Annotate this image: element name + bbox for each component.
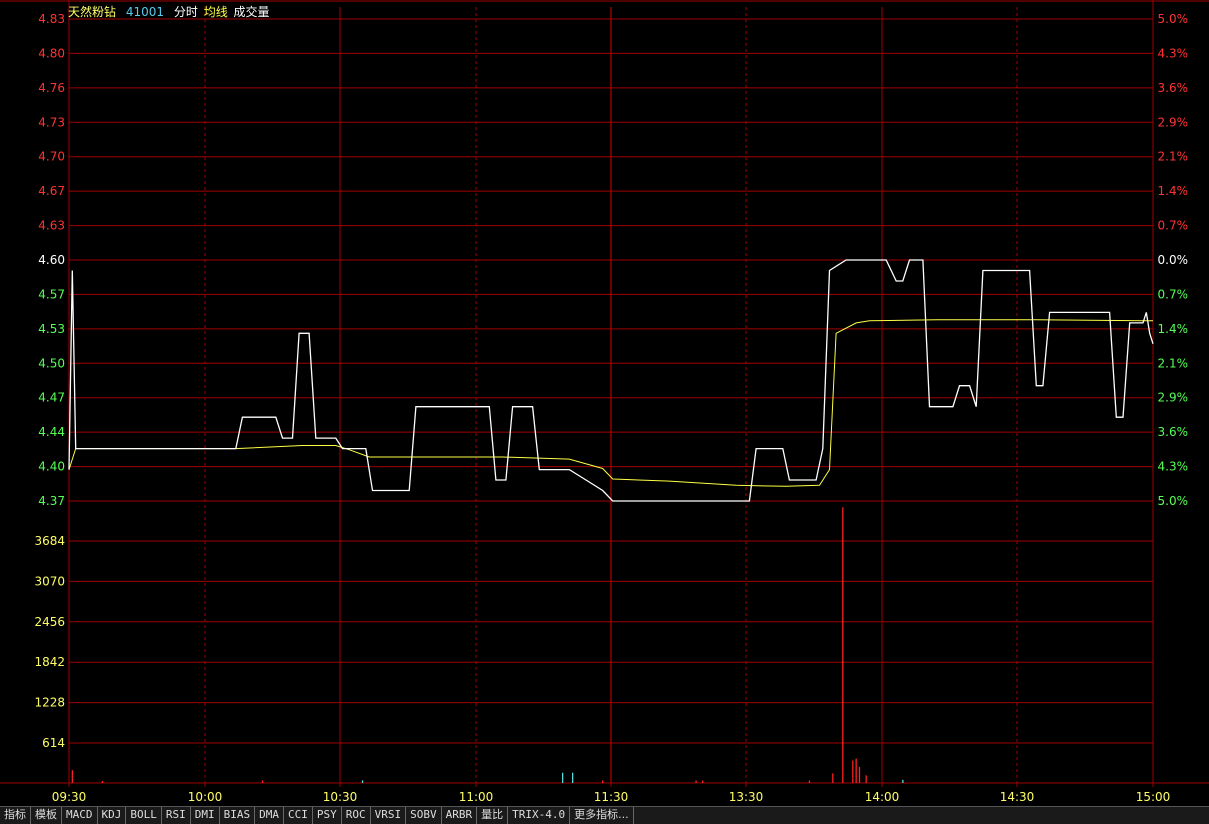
percent-tick-label: 2.1%: [1158, 150, 1189, 164]
price-tick-label: 4.37: [38, 494, 65, 508]
instrument-code: 41001: [125, 5, 165, 19]
indicator-tab[interactable]: 模板: [31, 807, 62, 824]
indicator-tab[interactable]: MACD: [62, 807, 98, 824]
indicator-tab[interactable]: 更多指标...: [570, 807, 634, 824]
price-tick-label: 4.70: [38, 150, 65, 164]
price-tick-label: 4.50: [38, 356, 65, 370]
indicator-tab[interactable]: DMA: [255, 807, 284, 824]
price-tick-label: 4.83: [38, 12, 65, 26]
percent-tick-label: 1.4%: [1158, 184, 1189, 198]
percent-tick-label: 1.4%: [1158, 322, 1189, 336]
price-axis-left: 4.83 4.80 4.76 4.73 4.70 4.67 4.63 4.60 4.57 4.53…: [38, 12, 65, 508]
price-tick-label: 4.47: [38, 391, 65, 405]
price-tick-label: 4.63: [38, 219, 65, 233]
indicator-tab-bar: 指标 模板 MACD KDJ BOLL RSI DMI BIAS DMA CCI PSY ROC VRS…: [0, 806, 1209, 824]
time-tick-label: 11:00: [459, 790, 494, 804]
percent-tick-label: 2.9%: [1158, 391, 1189, 405]
indicator-tab[interactable]: CCI: [284, 807, 313, 824]
volume-tick-label: 1228: [34, 696, 65, 710]
indicator-tab[interactable]: BOLL: [126, 807, 162, 824]
chart-title-bar: 天然粉钻 41001 分时 均线 成交量: [68, 3, 276, 20]
percent-tick-label: 0.7%: [1158, 287, 1189, 301]
volume-tick-label: 614: [42, 736, 65, 750]
price-tick-label: 4.57: [38, 287, 65, 301]
volume-tick-label: 2456: [34, 615, 65, 629]
volume-tick-label: 3070: [34, 574, 65, 588]
percent-tick-label: 3.6%: [1158, 425, 1189, 439]
price-tick-label: 4.60: [38, 253, 65, 267]
percent-tick-label: 5.0%: [1158, 12, 1189, 26]
percent-tick-label: 5.0%: [1158, 494, 1189, 508]
indicator-tab[interactable]: KDJ: [98, 807, 127, 824]
price-tick-label: 4.76: [38, 81, 65, 95]
price-tick-label: 4.44: [38, 425, 65, 439]
indicator-tab[interactable]: ARBR: [442, 807, 478, 824]
time-tick-label: 14:30: [1000, 790, 1035, 804]
indicator-tab[interactable]: 量比: [477, 807, 509, 824]
price-tick-label: 4.40: [38, 460, 65, 474]
time-tick-label: 13:30: [729, 790, 764, 804]
price-tick-label: 4.80: [38, 46, 65, 60]
time-tick-label: 15:00: [1136, 790, 1171, 804]
percent-tick-label: 2.9%: [1158, 115, 1189, 129]
time-tick-label: 10:30: [323, 790, 358, 804]
indicator-tab[interactable]: VRSI: [371, 807, 407, 824]
legend-avg: 均线: [203, 5, 228, 19]
percent-tick-label: 3.6%: [1158, 81, 1189, 95]
time-tick-label: 14:00: [865, 790, 900, 804]
volume-tick-label: 3684: [34, 534, 65, 548]
time-tick-label: 11:30: [594, 790, 629, 804]
indicator-tab[interactable]: TRIX-4.0: [508, 807, 571, 824]
percent-tick-label: 2.1%: [1158, 356, 1189, 370]
price-tick-label: 4.67: [38, 184, 65, 198]
indicator-tab[interactable]: BIAS: [220, 807, 256, 824]
intraday-chart[interactable]: 4.83 4.80 4.76 4.73 4.70 4.67 4.63 4.60 4.57 4.53…: [0, 0, 1209, 806]
indicator-tab[interactable]: PSY: [313, 807, 342, 824]
percent-tick-label: 4.3%: [1158, 46, 1189, 60]
indicator-tab[interactable]: ROC: [342, 807, 371, 824]
indicator-tab[interactable]: RSI: [162, 807, 191, 824]
legend-volume: 成交量: [233, 5, 270, 19]
percent-tick-label: 0.0%: [1158, 253, 1189, 267]
percent-tick-label: 4.3%: [1158, 460, 1189, 474]
price-tick-label: 4.53: [38, 322, 65, 336]
instrument-name: 天然粉钻: [68, 5, 117, 19]
indicator-tab[interactable]: 指标: [0, 807, 31, 824]
percent-tick-label: 0.7%: [1158, 219, 1189, 233]
time-tick-label: 10:00: [188, 790, 223, 804]
indicator-tab[interactable]: DMI: [191, 807, 220, 824]
legend-time: 分时: [173, 5, 198, 19]
price-tick-label: 4.73: [38, 115, 65, 129]
time-tick-label: 09:30: [52, 790, 87, 804]
volume-tick-label: 1842: [34, 655, 65, 669]
percent-axis-right: 5.0% 4.3% 3.6% 2.9% 2.1% 1.4% 0.7% 0.0% 0.7% 1.4%…: [1158, 12, 1189, 508]
indicator-tab[interactable]: SOBV: [406, 807, 442, 824]
